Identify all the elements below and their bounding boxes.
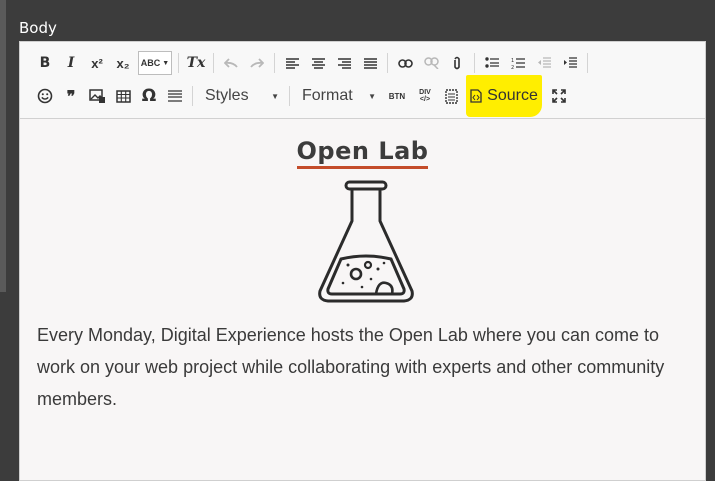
chevron-down-icon: ▼ — [368, 91, 376, 101]
maximize-icon — [552, 89, 566, 103]
italic-label: I — [67, 55, 75, 71]
align-right-icon — [337, 57, 351, 69]
outdent-icon — [538, 57, 551, 68]
link-icon — [397, 58, 413, 68]
editor-toolbar: B I x² x₂ ABC ▼ Tx 1 2 ❞ Ω Styles ▼ Form… — [20, 42, 705, 119]
spellcheck-button[interactable]: ABC ▼ — [138, 51, 172, 75]
toolbar-separator — [587, 53, 588, 73]
image-button[interactable] — [84, 83, 110, 109]
styles-dropdown[interactable]: Styles ▼ — [197, 83, 285, 109]
table-button[interactable] — [110, 83, 136, 109]
left-panel-edge — [0, 0, 6, 292]
styles-dropdown-label: Styles — [205, 87, 249, 104]
svg-text:1: 1 — [511, 58, 514, 64]
maximize-button[interactable] — [546, 83, 572, 109]
numbered-list-icon: 12 — [511, 58, 525, 69]
toolbar-separator — [274, 53, 275, 73]
chevron-down-icon: ▼ — [271, 91, 279, 101]
toolbar-row-2: ❞ Ω Styles ▼ Format ▼ BTN DIV </> Source — [32, 75, 574, 117]
image-icon — [88, 88, 105, 103]
spellcheck-label: ABC — [140, 58, 161, 68]
superscript-label: x² — [91, 55, 103, 71]
bulleted-list-icon — [485, 57, 499, 68]
bold-button[interactable]: B — [32, 50, 58, 76]
div-container-button[interactable]: DIV </> — [412, 83, 438, 109]
div-text: DIV — [419, 89, 431, 96]
redo-button[interactable] — [244, 50, 270, 76]
align-left-icon — [285, 57, 299, 69]
div-container-label: DIV </> — [419, 89, 431, 103]
format-dropdown[interactable]: Format ▼ — [294, 83, 382, 109]
field-label: Body — [19, 19, 57, 37]
toolbar-row-1: B I x² x₂ ABC ▼ Tx 1 2 — [32, 49, 592, 77]
undo-button[interactable] — [218, 50, 244, 76]
toolbar-separator — [474, 53, 475, 73]
unlink-button[interactable] — [418, 50, 444, 76]
horizontal-line-button[interactable] — [162, 83, 188, 109]
redo-icon — [250, 58, 264, 68]
omega-icon: Ω — [141, 86, 157, 106]
insert-button-button[interactable]: BTN — [382, 83, 412, 109]
toolbar-separator — [387, 53, 388, 73]
bold-label: B — [39, 55, 51, 71]
show-blocks-icon — [444, 88, 458, 104]
align-center-icon — [311, 57, 325, 69]
svg-text:2: 2 — [511, 65, 514, 69]
source-button-label: Source — [487, 87, 538, 104]
emoji-button[interactable] — [32, 83, 58, 109]
flask-icon — [318, 180, 414, 303]
justify-button[interactable] — [357, 50, 383, 76]
quote-icon: ❞ — [66, 86, 76, 106]
align-left-button[interactable] — [279, 50, 305, 76]
chevron-down-icon: ▼ — [162, 59, 170, 67]
source-button[interactable]: Source — [466, 75, 542, 117]
content-paragraph: Every Monday, Digital Experience hosts t… — [37, 325, 665, 409]
toolbar-separator — [192, 86, 193, 106]
attachment-button[interactable] — [444, 50, 470, 76]
source-document-icon — [470, 89, 482, 103]
unlink-icon — [423, 57, 439, 69]
insert-button-label: BTN — [388, 91, 406, 101]
toolbar-separator — [213, 53, 214, 73]
toolbar-separator — [178, 53, 179, 73]
remove-format-label: Tx — [186, 55, 206, 71]
subscript-button[interactable]: x₂ — [110, 50, 136, 76]
special-character-button[interactable]: Ω — [136, 83, 162, 109]
indent-icon — [564, 57, 577, 68]
toolbar-separator — [289, 86, 290, 106]
blockquote-button[interactable]: ❞ — [58, 83, 84, 109]
horizontal-line-icon — [168, 90, 182, 102]
remove-format-button[interactable]: Tx — [183, 50, 209, 76]
rich-text-editor[interactable]: B I x² x₂ ABC ▼ Tx 1 2 ❞ Ω Styles ▼ Form… — [19, 41, 706, 481]
content-heading-text: Open Lab — [296, 137, 429, 169]
italic-button[interactable]: I — [58, 50, 84, 76]
superscript-button[interactable]: x² — [84, 50, 110, 76]
smiley-icon — [37, 88, 53, 104]
justify-icon — [363, 57, 377, 69]
format-dropdown-label: Format — [302, 87, 353, 104]
subscript-label: x₂ — [116, 55, 130, 71]
align-center-button[interactable] — [305, 50, 331, 76]
undo-icon — [224, 58, 238, 68]
content-heading: Open Lab — [20, 137, 705, 169]
table-icon — [115, 89, 131, 103]
align-right-button[interactable] — [331, 50, 357, 76]
bulleted-list-button[interactable] — [479, 50, 505, 76]
paperclip-icon — [454, 56, 460, 70]
source-slot: Source — [464, 75, 574, 117]
show-blocks-button[interactable] — [438, 83, 464, 109]
indent-button[interactable] — [557, 50, 583, 76]
link-button[interactable] — [392, 50, 418, 76]
outdent-button[interactable] — [531, 50, 557, 76]
numbered-list-button[interactable]: 12 — [505, 50, 531, 76]
